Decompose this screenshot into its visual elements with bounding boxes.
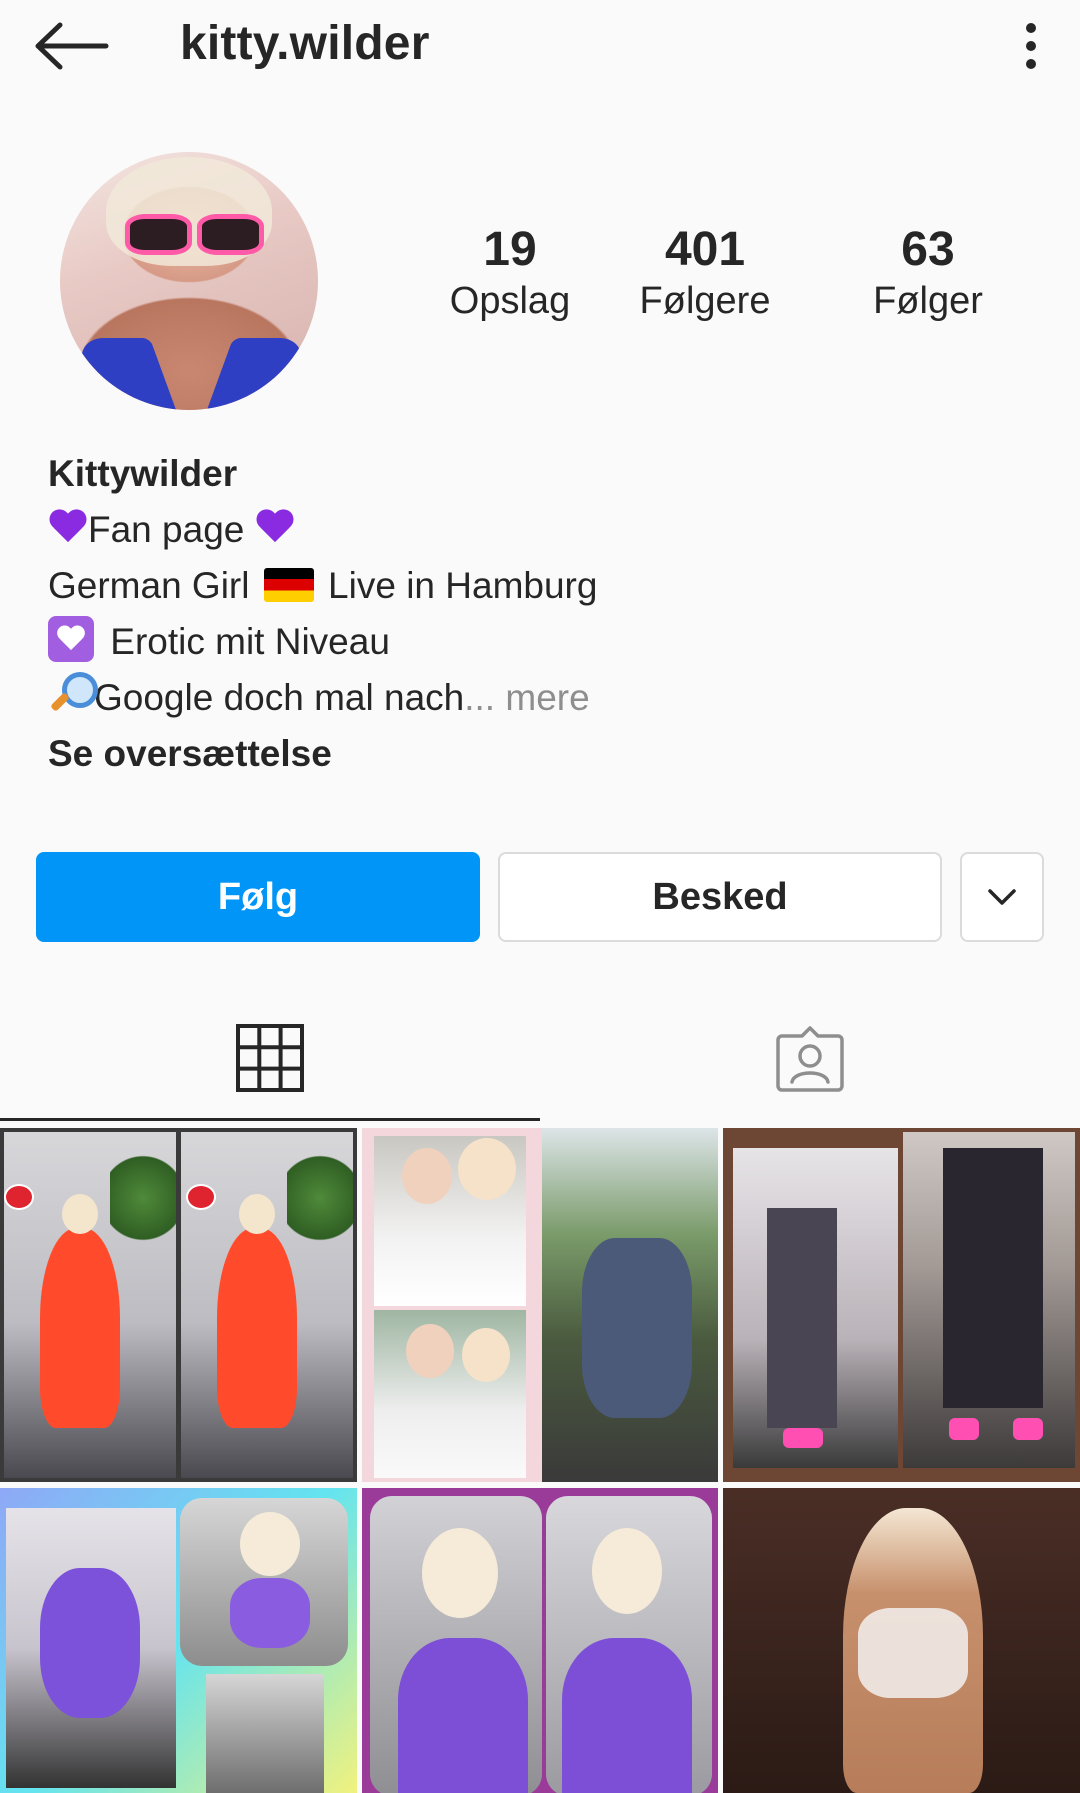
post-thumbnail[interactable]: [362, 1128, 718, 1482]
shoe-shape: [949, 1418, 979, 1440]
figure-shape: [767, 1208, 837, 1428]
chevron-down-icon: [988, 889, 1016, 905]
german-flag-icon: [263, 568, 314, 602]
profile-bio: Kittywilder Fan page German Girl Live in…: [48, 446, 1038, 782]
followers-count-value: 401: [664, 223, 746, 276]
lace-shape: [858, 1608, 968, 1698]
plant-shape: [110, 1138, 176, 1258]
bio-more-link[interactable]: ... mere: [464, 677, 589, 718]
figure-shape: [40, 1228, 120, 1428]
vertical-dots-icon-dot: [1026, 41, 1036, 51]
follow-button[interactable]: Følg: [36, 852, 480, 942]
bio-line-4-text: Google doch mal nach: [94, 677, 465, 718]
heart-sticker-icon: [4, 1184, 34, 1210]
bio-line-4: Google doch mal nach... mere: [48, 670, 1038, 726]
following-count-value: 63: [901, 223, 955, 276]
avatar-top: [206, 337, 311, 410]
post-thumbnail[interactable]: [0, 1488, 357, 1793]
magnifier-icon: [48, 670, 98, 716]
suggested-accounts-button[interactable]: [960, 852, 1044, 942]
figure-shape: [562, 1638, 692, 1793]
tab-tagged[interactable]: [540, 996, 1080, 1120]
posts-count-value: 19: [483, 223, 537, 276]
figure-shape: [582, 1238, 692, 1418]
followers-count-label: Følgere: [639, 280, 771, 323]
head-shape: [240, 1512, 300, 1576]
post-thumbnail[interactable]: [362, 1488, 718, 1793]
avatar-glasses: [124, 213, 192, 256]
avatar[interactable]: [60, 152, 318, 410]
figure-shape: [40, 1568, 140, 1718]
bio-line-2-text-a: German Girl: [48, 565, 260, 606]
posts-count[interactable]: 19 Opslag: [400, 222, 620, 327]
following-count-label: Følger: [873, 280, 983, 323]
shoe-shape: [783, 1428, 823, 1448]
head-shape: [239, 1194, 275, 1234]
post-thumbnail[interactable]: [0, 1128, 357, 1482]
tab-posts[interactable]: [0, 996, 540, 1120]
profile-screen: kitty.wilder 19 Opslag 401 Følgere 63 Fø…: [0, 0, 1080, 1793]
photo-panel: [206, 1674, 324, 1793]
heart-box-icon: [48, 616, 94, 662]
posts-count-label: Opslag: [449, 280, 571, 323]
bio-line-2-text-b: Live in Hamburg: [317, 565, 598, 606]
active-tab-indicator: [0, 1118, 540, 1121]
head-shape: [458, 1138, 516, 1200]
bio-line-2: German Girl Live in Hamburg: [48, 558, 1038, 614]
bio-line-3-text: Erotic mit Niveau: [100, 621, 390, 662]
figure-shape: [217, 1228, 297, 1428]
bio-line-1-text: Fan page: [88, 509, 255, 550]
vertical-dots-icon-dot: [1026, 59, 1036, 69]
head-shape: [62, 1194, 98, 1234]
post-thumbnail[interactable]: [723, 1128, 1080, 1482]
back-button[interactable]: [30, 14, 114, 78]
bio-line-1: Fan page: [48, 502, 1038, 558]
plant-shape: [287, 1138, 353, 1258]
posts-grid: [0, 1128, 1080, 1793]
avatar-glasses: [196, 213, 264, 256]
message-button[interactable]: Besked: [498, 852, 942, 942]
followers-count[interactable]: 401 Følgere: [595, 222, 815, 327]
vertical-dots-icon: [1026, 23, 1036, 33]
avatar-top: [72, 337, 177, 410]
top-bar: kitty.wilder: [0, 0, 1080, 92]
grid-icon: [236, 1024, 304, 1092]
tagged-person-icon: [776, 1026, 844, 1092]
head-shape: [592, 1528, 662, 1614]
shoe-shape: [1013, 1418, 1043, 1440]
figure-shape: [943, 1148, 1043, 1408]
more-options-button[interactable]: [1006, 14, 1056, 78]
heart-sticker-icon: [186, 1184, 216, 1210]
profile-stats: 19 Opslag 401 Følgere 63 Følger: [400, 222, 1020, 352]
post-thumbnail[interactable]: [723, 1488, 1080, 1793]
figure-shape: [398, 1638, 528, 1793]
purple-heart-icon: [255, 510, 295, 546]
following-count[interactable]: 63 Følger: [818, 222, 1038, 327]
figure-shape: [230, 1578, 310, 1648]
head-shape: [402, 1148, 452, 1204]
profile-display-name: Kittywilder: [48, 453, 238, 494]
bio-line-3: Erotic mit Niveau: [48, 614, 1038, 670]
purple-heart-icon: [48, 510, 88, 546]
head-shape: [406, 1324, 454, 1378]
see-translation-link[interactable]: Se oversættelse: [48, 726, 1038, 782]
head-shape: [462, 1328, 510, 1382]
arrow-left-icon: [35, 22, 109, 70]
profile-tabs: [0, 996, 1080, 1120]
head-shape: [422, 1528, 498, 1618]
profile-username: kitty.wilder: [180, 17, 430, 70]
